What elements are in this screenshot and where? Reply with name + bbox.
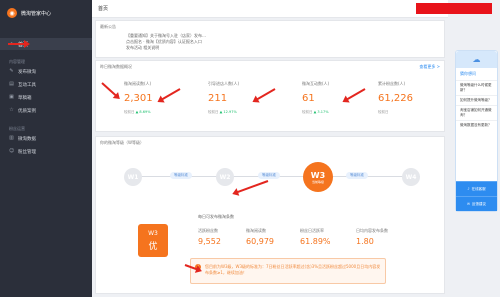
result-active-fans: 活跃粉丝数 9,552 bbox=[198, 228, 221, 246]
bell-icon: ♪ bbox=[467, 187, 470, 191]
fans-icon: ☺ bbox=[9, 148, 15, 154]
faq-item[interactable]: 微淘数据没有更新？ bbox=[456, 120, 497, 130]
feedback-button[interactable]: ✉ 反馈建议 bbox=[456, 196, 497, 211]
result-daily-posts: 日均内容发布条数 1.80 bbox=[356, 228, 388, 246]
widget-title: 猜你想问 bbox=[460, 71, 476, 76]
stat-label: 微淘互动数(人) bbox=[302, 81, 330, 86]
active-level-sub: 当前等级 bbox=[311, 179, 324, 184]
redacted-block bbox=[416, 3, 492, 14]
stat-compare: 较前日 ▲ 12.97% bbox=[208, 110, 237, 114]
notice-item[interactable]: 发布活动 相关说明 bbox=[126, 45, 206, 51]
sidebar-item-fans[interactable]: ☺ 粉丝管理 bbox=[0, 145, 92, 158]
brand-name: 微淘管家中心 bbox=[21, 10, 52, 17]
sidebar-item-label: 优质案例 bbox=[18, 108, 36, 114]
online-service-button[interactable]: ♪ 在线客服 bbox=[456, 181, 497, 196]
level-node-w3-active: W3 当前等级 bbox=[303, 162, 333, 192]
faq-item[interactable]: 如何提升微淘等级？ bbox=[456, 95, 497, 105]
level-standard-pill[interactable]: 等级标准 bbox=[346, 172, 368, 179]
stat-value: 61,226 bbox=[378, 93, 413, 104]
logo-icon: ◉ bbox=[7, 8, 17, 18]
result-head: 每日可发布微淘条数 bbox=[198, 214, 234, 219]
stat-label: 微淘阅读数(人) bbox=[124, 81, 152, 86]
sidebar-item-label: 发布微淘 bbox=[18, 69, 36, 75]
chart-icon: ▥ bbox=[9, 135, 14, 141]
sidebar-item-label: 粉丝管理 bbox=[18, 149, 36, 155]
brand: ◉ 微淘管家中心 bbox=[0, 0, 92, 26]
result-reads: 微淘阅读数 60,979 bbox=[246, 228, 274, 246]
sidebar-item-cases[interactable]: ☆ 优质案例 bbox=[0, 104, 92, 117]
level-standard-pill[interactable]: 等级标准 bbox=[258, 172, 280, 179]
sidebar-item-publish[interactable]: ✎ 发布微淘 bbox=[0, 65, 92, 78]
stat-card-interactions: 微淘互动数(人) 61 较前日 ▲ 3.17% bbox=[302, 81, 364, 115]
edit-icon: ✎ bbox=[9, 68, 14, 74]
notice-panel: 最新公告 【重要通知】关于微淘号入驻（店家）发布… 点击报名 · 微淘【优质内容… bbox=[95, 20, 445, 58]
stats-panel: 昨日微淘数据概况 查看更多 > 微淘阅读数(人) 2,301 较前日 ▲ 8.6… bbox=[95, 60, 445, 132]
sidebar-item-interaction[interactable]: ▤ 互动工具 bbox=[0, 78, 92, 91]
tip-text: 您目前为W3级，W3级的标准为：7日粉丝日活跃率超过(含)3%且活跃粉丝超过50… bbox=[205, 264, 381, 275]
level-tip: ! 您目前为W3级，W3级的标准为：7日粉丝日活跃率超过(含)3%且活跃粉丝超过… bbox=[190, 258, 386, 284]
sidebar-item-label: 草稿箱 bbox=[18, 95, 32, 101]
stat-compare: 较前日 ▲ 8.69% bbox=[124, 110, 151, 114]
stat-compare: 较前日 bbox=[378, 110, 389, 114]
notice-list: 【重要通知】关于微淘号入驻（店家）发布… 点击报名 · 微淘【优质内容】认证报名… bbox=[126, 33, 206, 51]
stat-label: 引导进店人数(人) bbox=[208, 81, 240, 86]
star-icon: ☆ bbox=[9, 107, 14, 113]
stats-title: 昨日微淘数据概况 bbox=[100, 64, 132, 69]
annotation-arrow bbox=[8, 40, 30, 48]
sidebar-item-label: 互动工具 bbox=[18, 82, 36, 88]
tool-icon: ▤ bbox=[9, 81, 14, 87]
notice-title: 最新公告 bbox=[100, 24, 116, 29]
mascot-icon: ☁ bbox=[456, 51, 497, 68]
help-widget: ☁ 猜你想问 微淘等级什么时候更新？ 如何提升微淘等级？ 淘宝店铺如何开通微淘？… bbox=[455, 50, 498, 212]
result-active-rate: 粉丝日活跃率 61.89% bbox=[300, 228, 331, 246]
draft-icon: ▣ bbox=[9, 94, 14, 100]
level-title: 你的微淘等级（W等级） bbox=[100, 140, 144, 145]
stat-label: 累计粉丝数(人) bbox=[378, 81, 406, 86]
level-node-w4: W4 bbox=[402, 168, 420, 186]
feedback-icon: ✉ bbox=[467, 202, 470, 206]
widget-buttons: ♪ 在线客服 ✉ 反馈建议 bbox=[456, 181, 497, 211]
stat-compare: 较前日 ▲ 3.17% bbox=[302, 110, 329, 114]
sidebar-item-drafts[interactable]: ▣ 草稿箱 bbox=[0, 91, 92, 104]
faq-item[interactable]: 微淘等级什么时候更新？ bbox=[456, 80, 497, 95]
level-node-w2: W2 bbox=[216, 168, 234, 186]
level-node-w1: W1 bbox=[124, 168, 142, 186]
badge-level: W3 bbox=[148, 230, 158, 237]
stat-card-fans: 累计粉丝数(人) 61,226 较前日 bbox=[378, 81, 440, 115]
page-title: 首页 bbox=[98, 6, 109, 12]
level-standard-pill[interactable]: 等级标准 bbox=[170, 172, 192, 179]
top-bar: 首页 bbox=[92, 0, 448, 18]
view-more-link[interactable]: 查看更多 > bbox=[419, 64, 440, 70]
sidebar-item-label: 微淘数据 bbox=[18, 136, 36, 142]
level-badge: W3 优 bbox=[138, 224, 168, 257]
active-level: W3 bbox=[310, 170, 326, 180]
faq-item[interactable]: 淘宝店铺如何开通微淘？ bbox=[456, 105, 497, 120]
sidebar-item-data[interactable]: ▥ 微淘数据 bbox=[0, 132, 92, 145]
badge-grade: 优 bbox=[148, 242, 158, 252]
